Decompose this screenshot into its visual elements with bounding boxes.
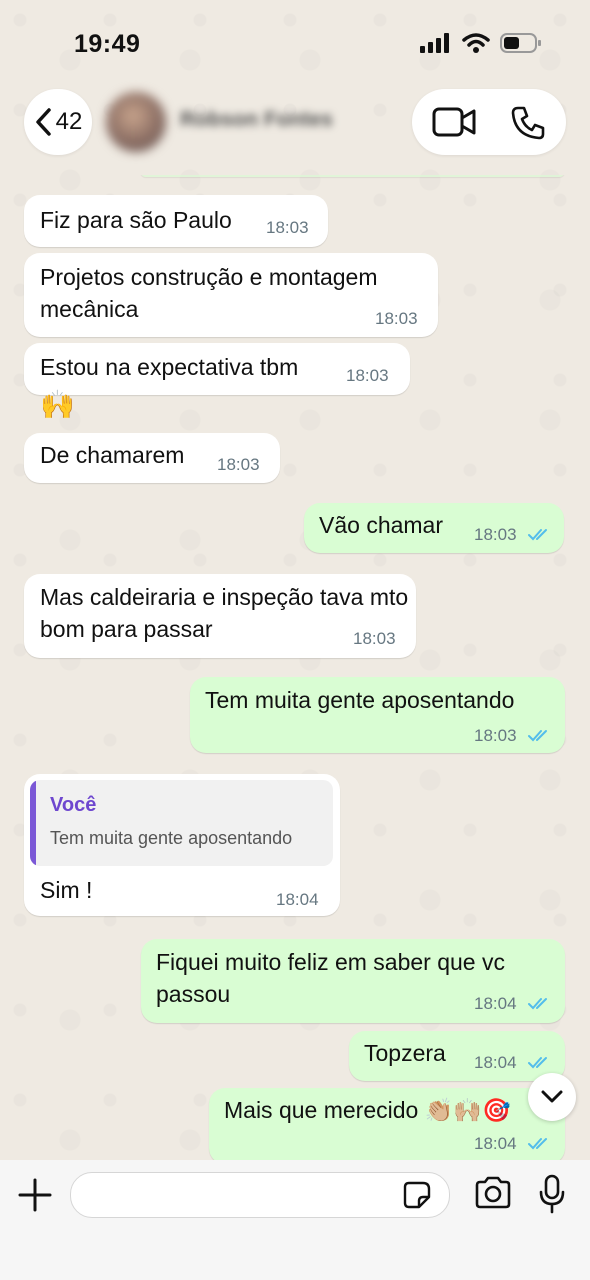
message-incoming-reply[interactable]: Você Tem muita gente aposentando Sim ! 1… xyxy=(24,774,340,916)
message-text: Tem muita gente aposentando xyxy=(205,687,515,713)
message-time: 18:04 xyxy=(474,994,517,1013)
message-time: 18:04 xyxy=(276,890,319,909)
message-input-field[interactable] xyxy=(70,1172,450,1218)
message-text: De chamarem xyxy=(40,442,185,468)
message-incoming[interactable]: Fiz para são Paulo 18:03 xyxy=(24,195,328,247)
video-call-icon[interactable] xyxy=(432,105,476,139)
message-time: 18:03 xyxy=(353,629,396,648)
message-outgoing[interactable]: Tem muita gente aposentando 18:03 xyxy=(190,677,565,753)
message-text: Fiz para são Paulo xyxy=(40,207,232,233)
read-receipt-icon xyxy=(528,1057,547,1069)
message-time: 18:03 xyxy=(346,366,389,385)
message-time: 18:03 xyxy=(375,309,418,328)
message-outgoing[interactable]: Topzera 18:04 xyxy=(349,1031,565,1081)
message-text: Sim ! xyxy=(40,877,93,903)
message-list[interactable]: Fiz para são Paulo 18:03 Projetos constr… xyxy=(0,175,590,1160)
contact-avatar[interactable] xyxy=(106,92,166,152)
message-incoming[interactable]: Estou na expectativa tbm 18:03 xyxy=(24,343,410,395)
composer-bar xyxy=(0,1160,590,1280)
microphone-icon[interactable] xyxy=(538,1174,566,1214)
message-incoming[interactable]: Projetos construção e montagem mecânica … xyxy=(24,253,438,337)
message-text: Projetos construção e montagem mecânica xyxy=(40,264,378,322)
quote-accent-bar xyxy=(30,780,36,866)
status-bar: 19:49 xyxy=(0,0,590,80)
chat-header: 42 Robson Fontes xyxy=(0,80,590,175)
battery-icon xyxy=(500,33,541,53)
message-time: 18:03 xyxy=(474,525,517,544)
scroll-to-bottom-button[interactable] xyxy=(528,1073,576,1121)
message-time: 18:03 xyxy=(217,455,260,474)
quote-author: Você xyxy=(50,794,97,816)
read-receipt-icon xyxy=(528,1138,547,1150)
message-text: Topzera xyxy=(364,1040,446,1066)
emoji-reaction: 🙌 xyxy=(40,389,75,420)
camera-icon[interactable] xyxy=(474,1176,512,1210)
unread-count: 42 xyxy=(55,108,83,135)
message-bubble-partial xyxy=(140,175,565,177)
status-icons xyxy=(420,32,542,54)
message-outgoing[interactable]: Mais que merecido 👏🏼🙌🏼🎯 18:04 xyxy=(209,1088,565,1160)
quoted-message[interactable]: Você Tem muita gente aposentando xyxy=(30,780,333,866)
message-outgoing[interactable]: Vão chamar 18:03 xyxy=(304,503,564,553)
message-incoming[interactable]: De chamarem 18:03 xyxy=(24,433,280,483)
call-buttons-group xyxy=(412,89,566,155)
message-text: Mais que merecido 👏🏼🙌🏼🎯 xyxy=(224,1097,511,1123)
read-receipt-icon xyxy=(528,529,547,541)
message-time: 18:03 xyxy=(266,218,309,237)
message-time: 18:04 xyxy=(474,1134,517,1153)
quote-text: Tem muita gente aposentando xyxy=(50,828,293,848)
message-input[interactable] xyxy=(87,1181,391,1211)
read-receipt-icon xyxy=(528,730,547,742)
sticker-icon[interactable] xyxy=(403,1181,431,1209)
message-text: Vão chamar xyxy=(319,512,444,538)
message-time: 18:03 xyxy=(474,726,517,745)
chevron-left-icon xyxy=(35,108,51,136)
status-time: 19:49 xyxy=(74,30,141,58)
plus-icon[interactable] xyxy=(18,1178,52,1212)
message-outgoing[interactable]: Fiquei muito feliz em saber que vc passo… xyxy=(141,939,565,1023)
wifi-icon xyxy=(462,33,490,53)
signal-icon xyxy=(420,33,449,53)
message-time: 18:04 xyxy=(474,1053,517,1072)
voice-call-icon[interactable] xyxy=(510,105,546,141)
message-text: Estou na expectativa tbm xyxy=(40,354,299,380)
back-button[interactable]: 42 xyxy=(24,89,92,155)
chevron-down-icon xyxy=(541,1090,563,1103)
message-incoming[interactable]: Mas caldeiraria e inspeção tava mto bom … xyxy=(24,574,416,658)
contact-name[interactable]: Robson Fontes xyxy=(180,108,333,132)
read-receipt-icon xyxy=(528,998,547,1010)
